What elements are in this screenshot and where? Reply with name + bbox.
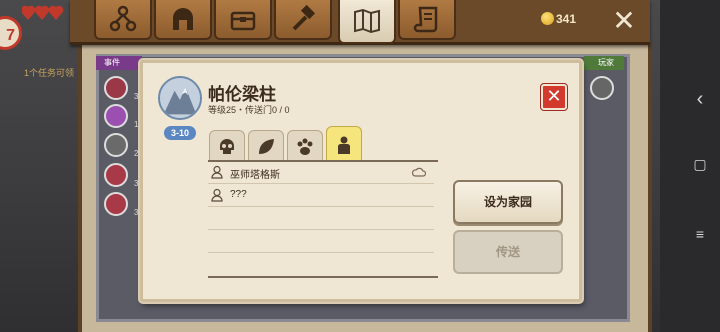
teleport-button[interactable]: 传送 xyxy=(453,230,563,274)
scroll-icon xyxy=(413,6,438,33)
close-menu-button[interactable]: ✕ xyxy=(598,0,650,40)
leaf-icon xyxy=(259,138,274,154)
event-icon[interactable] xyxy=(104,192,128,216)
skull-icon xyxy=(220,138,234,154)
filter-tab-animals[interactable] xyxy=(287,130,323,162)
event-count: 2 xyxy=(134,149,139,158)
set-home-button[interactable]: 设为家园 xyxy=(453,180,563,224)
event-count: 3 xyxy=(134,179,139,188)
nav-menu-button[interactable]: ≡ xyxy=(690,226,710,242)
person-icon xyxy=(338,136,350,154)
event-count: 3 xyxy=(134,208,139,217)
coin-icon xyxy=(541,12,554,25)
event-icon[interactable] xyxy=(104,133,128,157)
list-item-empty xyxy=(208,252,434,274)
filter-tab-npcs[interactable] xyxy=(326,126,362,162)
nav-home-button[interactable]: ▢ xyxy=(690,156,710,173)
tab-quests[interactable] xyxy=(398,0,456,40)
health-hearts xyxy=(22,5,64,20)
hierarchy-icon xyxy=(109,5,137,32)
events-header: 事件 xyxy=(96,56,142,70)
tab-inventory[interactable] xyxy=(214,0,272,40)
list-item-empty xyxy=(208,207,434,230)
event-icon[interactable] xyxy=(104,163,128,187)
paw-icon xyxy=(297,138,313,155)
tab-map[interactable] xyxy=(338,0,396,44)
mountain-icon xyxy=(160,78,200,118)
filter-tab-monsters[interactable] xyxy=(209,130,245,162)
dialog-close-button[interactable]: ✕ xyxy=(541,84,567,110)
level-range-badge: 3-10 xyxy=(164,126,196,140)
cloud-icon xyxy=(412,167,426,177)
tab-hierarchy[interactable] xyxy=(94,0,152,40)
event-icon[interactable] xyxy=(104,76,128,100)
chest-icon xyxy=(230,11,256,31)
event-count: 1 xyxy=(134,120,139,129)
filter-tab-plants[interactable] xyxy=(248,130,284,162)
list-item-empty xyxy=(208,230,434,253)
user-icon xyxy=(211,165,223,179)
location-subtitle: 等级25・传送门0 / 0 xyxy=(208,105,290,115)
event-count: 3 xyxy=(134,92,139,101)
nav-back-button[interactable]: ‹ xyxy=(690,88,710,111)
user-icon xyxy=(211,188,223,202)
location-title: 帕伦梁柱 xyxy=(208,85,276,104)
coin-count: 341 xyxy=(556,12,577,26)
npc-name: ??? xyxy=(230,189,247,200)
npc-name: 巫师塔格斯 xyxy=(230,170,280,181)
location-avatar xyxy=(158,76,202,120)
map-icon xyxy=(354,8,380,34)
hammer-icon xyxy=(292,4,316,31)
tab-equipment[interactable] xyxy=(154,0,212,40)
players-header: 玩家 xyxy=(584,56,624,70)
quest-notice[interactable]: 1个任务可领 xyxy=(24,66,74,79)
helmet-icon xyxy=(173,8,193,30)
event-icon[interactable] xyxy=(104,104,128,128)
tab-crafting[interactable] xyxy=(274,0,332,40)
player-faction-icon[interactable] xyxy=(590,76,614,100)
